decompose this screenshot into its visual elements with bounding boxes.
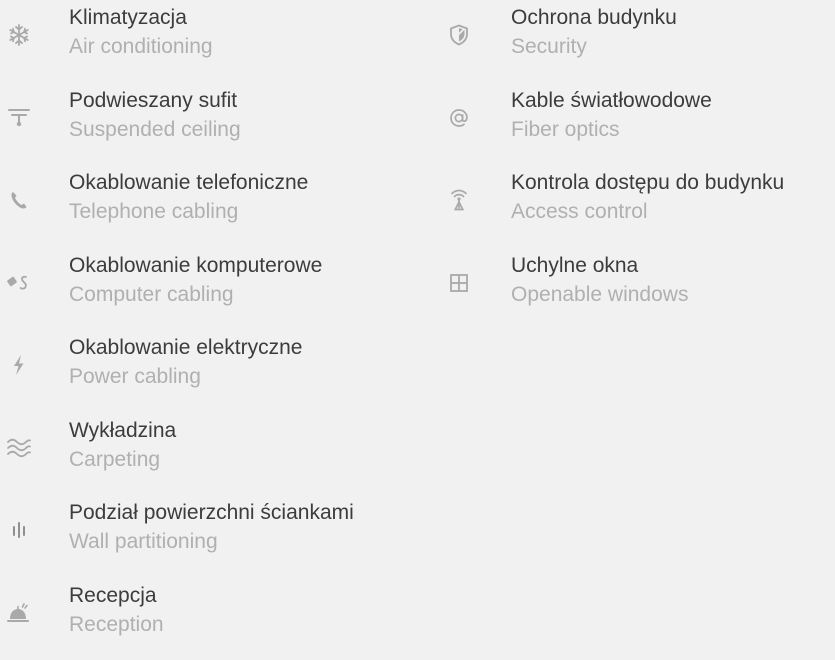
feature-label-en: Wall partitioning xyxy=(69,527,354,557)
at-sign-icon xyxy=(442,101,476,135)
phone-icon xyxy=(2,183,36,217)
feature-item-reception: Recepcja Reception xyxy=(0,578,430,660)
feature-label-pl: Kable światłowodowe xyxy=(511,87,712,115)
feature-label-pl: Okablowanie telefoniczne xyxy=(69,169,308,197)
feature-item-computer-cabling: Okablowanie komputerowe Computer cabling xyxy=(0,248,430,331)
features-column-left: Klimatyzacja Air conditioning Podwieszan… xyxy=(0,0,430,660)
shield-icon xyxy=(442,18,476,52)
feature-label-en: Computer cabling xyxy=(69,280,322,310)
feature-label-pl: Wykładzina xyxy=(69,417,176,445)
feature-label-pl: Podwieszany sufit xyxy=(69,87,241,115)
waves-icon xyxy=(2,431,36,465)
antenna-icon xyxy=(442,183,476,217)
feature-item-fiber-optics: Kable światłowodowe Fiber optics xyxy=(440,83,835,166)
feature-item-telephone-cabling: Okablowanie telefoniczne Telephone cabli… xyxy=(0,165,430,248)
feature-label-pl: Okablowanie komputerowe xyxy=(69,252,322,280)
window-icon xyxy=(442,266,476,300)
feature-item-air-conditioning: Klimatyzacja Air conditioning xyxy=(0,0,430,83)
feature-label-en: Fiber optics xyxy=(511,115,712,145)
feature-label-en: Reception xyxy=(69,610,164,640)
feature-item-access-control: Kontrola dostępu do budynku Access contr… xyxy=(440,165,835,248)
feature-item-suspended-ceiling: Podwieszany sufit Suspended ceiling xyxy=(0,83,430,166)
feature-item-security: Ochrona budynku Security xyxy=(440,0,835,83)
feature-label-en: Suspended ceiling xyxy=(69,115,241,145)
feature-label-pl: Recepcja xyxy=(69,582,164,610)
feature-label-en: Carpeting xyxy=(69,445,176,475)
feature-item-carpeting: Wykładzina Carpeting xyxy=(0,413,430,496)
feature-label-pl: Okablowanie elektryczne xyxy=(69,334,302,362)
snowflake-icon xyxy=(2,18,36,52)
feature-label-pl: Uchylne okna xyxy=(511,252,688,280)
feature-label-en: Access control xyxy=(511,197,784,227)
feature-item-wall-partitioning: Podział powierzchni ściankami Wall parti… xyxy=(0,495,430,578)
features-column-right: Ochrona budynku Security Kable światłowo… xyxy=(440,0,835,330)
lightning-icon xyxy=(2,348,36,382)
network-cable-icon xyxy=(2,266,36,300)
feature-label-pl: Klimatyzacja xyxy=(69,4,213,32)
feature-label-pl: Podział powierzchni ściankami xyxy=(69,499,354,527)
feature-label-en: Security xyxy=(511,32,677,62)
feature-label-pl: Ochrona budynku xyxy=(511,4,677,32)
ceiling-lamp-icon xyxy=(2,101,36,135)
feature-item-openable-windows: Uchylne okna Openable windows xyxy=(440,248,835,331)
partition-icon xyxy=(2,513,36,547)
feature-label-en: Air conditioning xyxy=(69,32,213,62)
feature-item-power-cabling: Okablowanie elektryczne Power cabling xyxy=(0,330,430,413)
feature-label-pl: Kontrola dostępu do budynku xyxy=(511,169,784,197)
feature-label-en: Telephone cabling xyxy=(69,197,308,227)
feature-label-en: Openable windows xyxy=(511,280,688,310)
reception-bell-icon xyxy=(2,596,36,630)
feature-label-en: Power cabling xyxy=(69,362,302,392)
features-list: Klimatyzacja Air conditioning Podwieszan… xyxy=(0,0,835,643)
